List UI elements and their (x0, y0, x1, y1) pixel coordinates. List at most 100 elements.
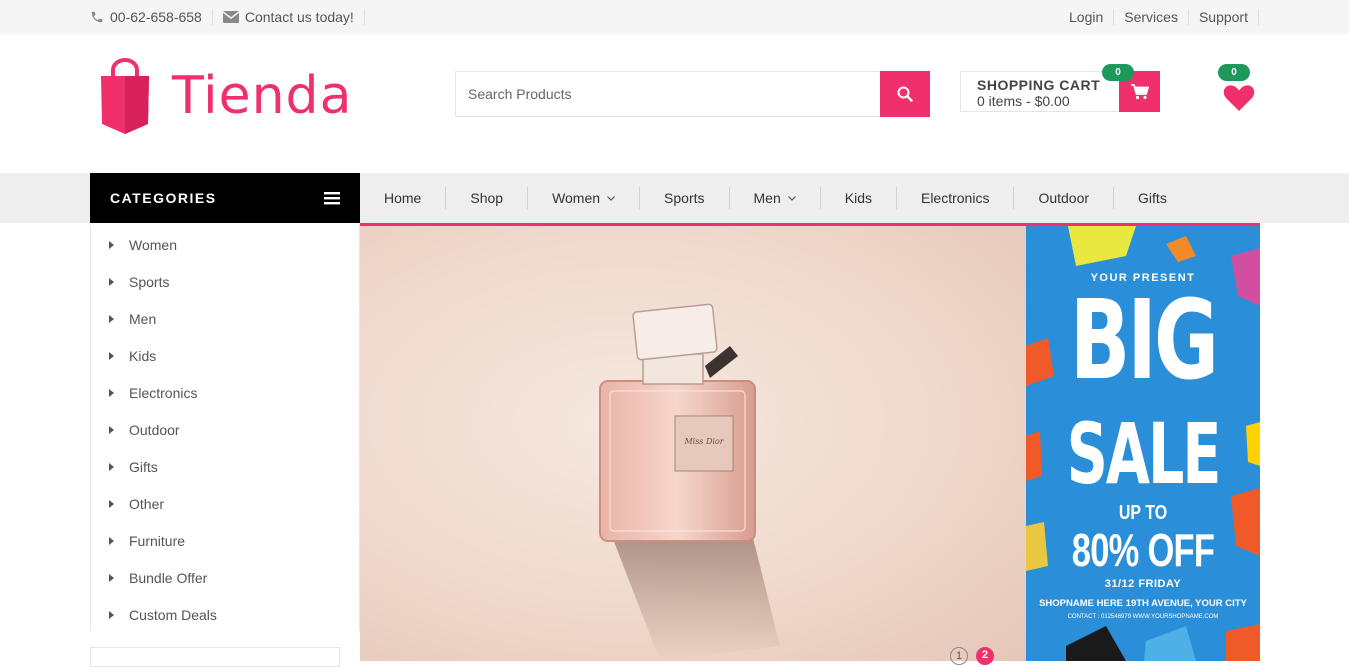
caret-right-icon (109, 499, 114, 508)
nav-sports[interactable]: Sports (640, 187, 730, 209)
nav-electronics[interactable]: Electronics (897, 187, 1015, 209)
top-bar-contacts: 00-62-658-658 Contact us today! (90, 0, 375, 34)
category-label: Other (129, 495, 165, 512)
category-item-women[interactable]: Women (91, 226, 359, 263)
heart-icon (1223, 85, 1255, 111)
caret-right-icon (109, 573, 114, 582)
categories-label: CATEGORIES (110, 190, 217, 206)
nav-men[interactable]: Men (730, 187, 821, 209)
category-label: Furniture (129, 532, 186, 549)
banner-big: BIG (1069, 276, 1219, 404)
category-item-kids[interactable]: Kids (91, 337, 359, 374)
wishlist[interactable]: 0 (1218, 64, 1260, 114)
nav-kids-label: Kids (844, 190, 872, 206)
category-item-sports[interactable]: Sports (91, 263, 359, 300)
main-nav: Home Shop Women Sports Men Kids Electron… (360, 173, 1191, 223)
category-item-bundle-offer[interactable]: Bundle Offer (91, 559, 359, 596)
banner-sale: SALE (1066, 405, 1222, 503)
category-label: Women (129, 236, 177, 253)
slider-dot-2[interactable]: 2 (976, 647, 994, 665)
nav-electronics-label: Electronics (920, 190, 990, 206)
caret-right-icon (109, 277, 114, 286)
nav-shop[interactable]: Shop (446, 187, 529, 209)
cart-count-badge: 0 (1102, 64, 1134, 81)
category-label: Outdoor (129, 421, 180, 438)
category-label: Sports (129, 273, 170, 290)
category-sidebar: Women Sports Men Kids Electronics Outdoo… (90, 226, 360, 631)
nav-gifts[interactable]: Gifts (1114, 187, 1191, 209)
top-bar-links: Login Services Support (1059, 0, 1259, 34)
services-link[interactable]: Services (1114, 9, 1189, 25)
bottle-label: Miss Dior (683, 437, 724, 446)
chevron-down-icon (787, 195, 796, 201)
nav-home[interactable]: Home (360, 187, 447, 209)
phone-number: 00-62-658-658 (110, 9, 202, 25)
login-link[interactable]: Login (1059, 9, 1115, 25)
caret-right-icon (109, 388, 114, 397)
search-button[interactable] (880, 71, 930, 117)
nav-men-label: Men (753, 190, 781, 206)
menu-icon (324, 192, 340, 205)
caret-right-icon (109, 536, 114, 545)
shopping-bag-logo-icon (101, 58, 149, 134)
perfume-bottle-image: Miss Dior (599, 303, 780, 661)
search-bar (455, 71, 930, 117)
contact-text: Contact us today! (244, 9, 354, 25)
category-label: Custom Deals (129, 606, 217, 623)
nav-women-label: Women (552, 190, 601, 206)
top-bar: 00-62-658-658 Contact us today! Login Se… (0, 0, 1349, 34)
categories-toggle[interactable]: CATEGORIES (90, 173, 360, 223)
category-item-furniture[interactable]: Furniture (91, 522, 359, 559)
sidebar-widget (90, 647, 340, 667)
support-link[interactable]: Support (1189, 9, 1259, 25)
nav-home-label: Home (384, 190, 422, 206)
nav-outdoor-label: Outdoor (1038, 190, 1090, 206)
cart-summary: 0 items - $0.00 (977, 93, 1070, 109)
nav-shop-label: Shop (470, 190, 504, 206)
envelope-icon (222, 11, 239, 23)
caret-right-icon (109, 314, 114, 323)
category-item-gifts[interactable]: Gifts (91, 448, 359, 485)
logo[interactable]: Tienda (98, 58, 352, 134)
category-label: Kids (129, 347, 157, 364)
category-item-outdoor[interactable]: Outdoor (91, 411, 359, 448)
nav-gifts-label: Gifts (1138, 190, 1167, 206)
wishlist-count-badge: 0 (1218, 64, 1250, 81)
category-label: Men (129, 310, 157, 327)
caret-right-icon (109, 425, 114, 434)
phone-link[interactable]: 00-62-658-658 (90, 9, 213, 25)
banner-contact: CONTACT : 012546979 WWW.YOURSHOPNAME.COM (1067, 614, 1219, 620)
category-item-custom-deals[interactable]: Custom Deals (91, 596, 359, 633)
search-icon (897, 86, 913, 102)
category-label: Gifts (129, 458, 158, 475)
cart-title: SHOPPING CART (977, 77, 1101, 93)
category-label: Electronics (129, 384, 198, 401)
banner-upto: UP TO (1118, 502, 1168, 524)
logo-text: Tienda (172, 66, 353, 126)
caret-right-icon (109, 462, 114, 471)
nav-kids[interactable]: Kids (821, 187, 897, 209)
nav-sports-label: Sports (664, 190, 705, 206)
phone-icon (91, 11, 103, 23)
search-input[interactable] (456, 72, 880, 116)
category-item-men[interactable]: Men (91, 300, 359, 337)
nav-women[interactable]: Women (528, 187, 641, 209)
shopping-cart[interactable]: SHOPPING CART 0 items - $0.00 0 (960, 64, 1160, 112)
hero-slider[interactable]: Miss Dior (360, 226, 1026, 661)
caret-right-icon (109, 610, 114, 619)
banner-date: 31/12 FRIDAY (1104, 578, 1182, 590)
caret-right-icon (109, 240, 114, 249)
contact-link[interactable]: Contact us today! (222, 9, 365, 25)
slider-pagination: 1 2 (950, 647, 1002, 665)
slider-dot-1[interactable]: 1 (950, 647, 968, 665)
promo-banner[interactable]: YOUR PRESENT BIG SALE UP TO 80% OFF 31/1… (1026, 226, 1260, 661)
nav-outdoor[interactable]: Outdoor (1014, 187, 1115, 209)
banner-discount: 80% OFF (1071, 524, 1215, 576)
category-label: Bundle Offer (129, 569, 208, 586)
caret-right-icon (109, 351, 114, 360)
banner-address: SHOPNAME HERE 19TH AVENUE, YOUR CITY (1039, 598, 1247, 609)
chevron-down-icon (607, 195, 615, 201)
category-item-other[interactable]: Other (91, 485, 359, 522)
cart-icon (1130, 83, 1149, 99)
category-item-electronics[interactable]: Electronics (91, 374, 359, 411)
